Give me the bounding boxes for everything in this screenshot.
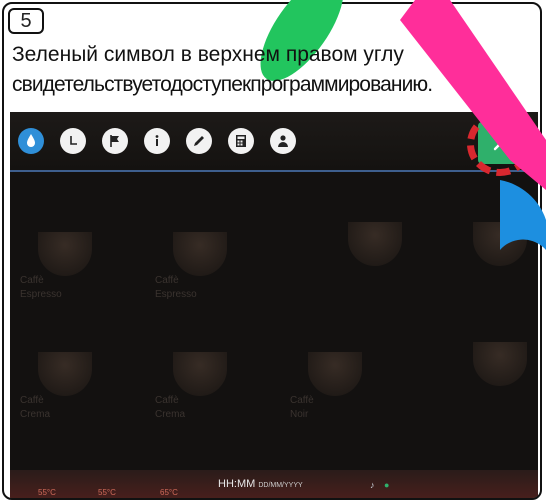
drink-label: Caffè Espresso: [20, 275, 62, 300]
caption-line-2: свидетельствуетодоступекпрограммированию…: [12, 73, 433, 96]
pencil-icon: [194, 136, 204, 146]
drink-label: Caffè Crema: [20, 395, 51, 420]
water-drop-button[interactable]: [18, 128, 44, 154]
info-icon: [155, 135, 159, 146]
cup-image: [38, 352, 92, 396]
temperature-readout: 55°C: [98, 488, 116, 497]
info-button[interactable]: [144, 128, 170, 154]
drink-tile[interactable]: Caffè Espresso: [20, 222, 116, 322]
pencil-button[interactable]: [186, 128, 212, 154]
drink-tile[interactable]: Caffè Crema: [20, 342, 116, 442]
caption-line-1: Зеленый символ в верхнем правом углу: [12, 43, 404, 66]
step-number-badge: 5: [8, 8, 44, 34]
cup-image: [38, 232, 92, 276]
instruction-caption: Зеленый символ в верхнем правом углу сви…: [12, 40, 540, 100]
flag-icon: [110, 135, 119, 147]
clock-button[interactable]: [60, 128, 86, 154]
clock-icon: [70, 136, 77, 145]
flag-button[interactable]: [102, 128, 128, 154]
temperature-readout: 65°C: [160, 488, 178, 497]
water-drop-icon: [27, 134, 35, 147]
temperature-readout: 55°C: [38, 488, 56, 497]
